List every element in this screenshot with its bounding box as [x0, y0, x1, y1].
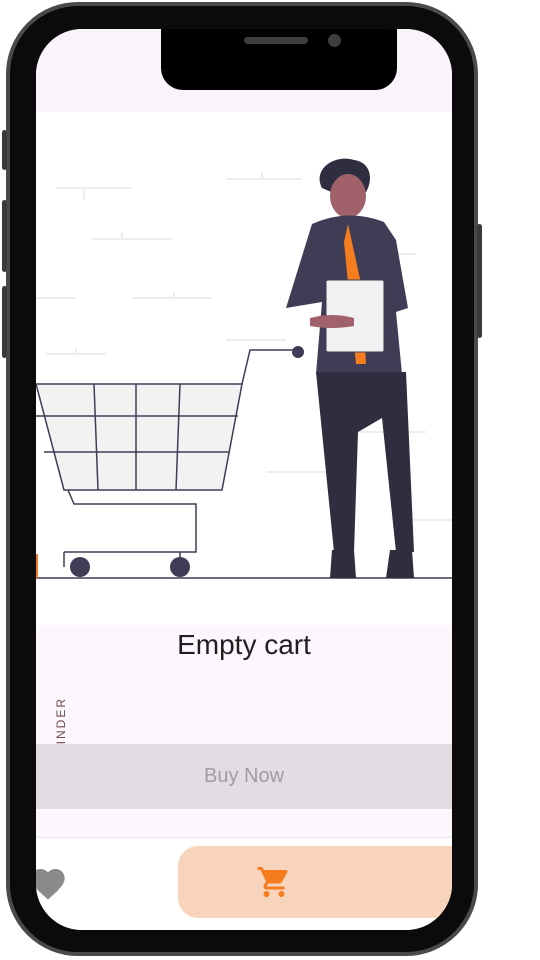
person-drawing — [286, 158, 414, 578]
volume-up-button — [2, 200, 7, 272]
cart-icon — [257, 867, 288, 897]
bottom-navigation — [36, 837, 452, 930]
buy-now-button[interactable]: Buy Now — [36, 744, 452, 809]
mute-switch — [2, 130, 7, 170]
speaker — [244, 37, 308, 44]
notch — [161, 29, 397, 90]
empty-cart-message: Empty cart — [177, 629, 311, 660]
front-camera — [328, 34, 341, 47]
heart-icon — [36, 869, 65, 900]
empty-cart-illustration-svg — [36, 158, 452, 579]
volume-down-button — [2, 286, 7, 358]
power-button — [477, 224, 482, 338]
nav-wishlist-button[interactable] — [36, 864, 68, 904]
nav-cart-tab[interactable] — [178, 846, 452, 918]
shopping-cart-drawing — [36, 346, 304, 578]
screen: My cart — [36, 29, 452, 930]
empty-cart-illustration — [36, 112, 452, 625]
